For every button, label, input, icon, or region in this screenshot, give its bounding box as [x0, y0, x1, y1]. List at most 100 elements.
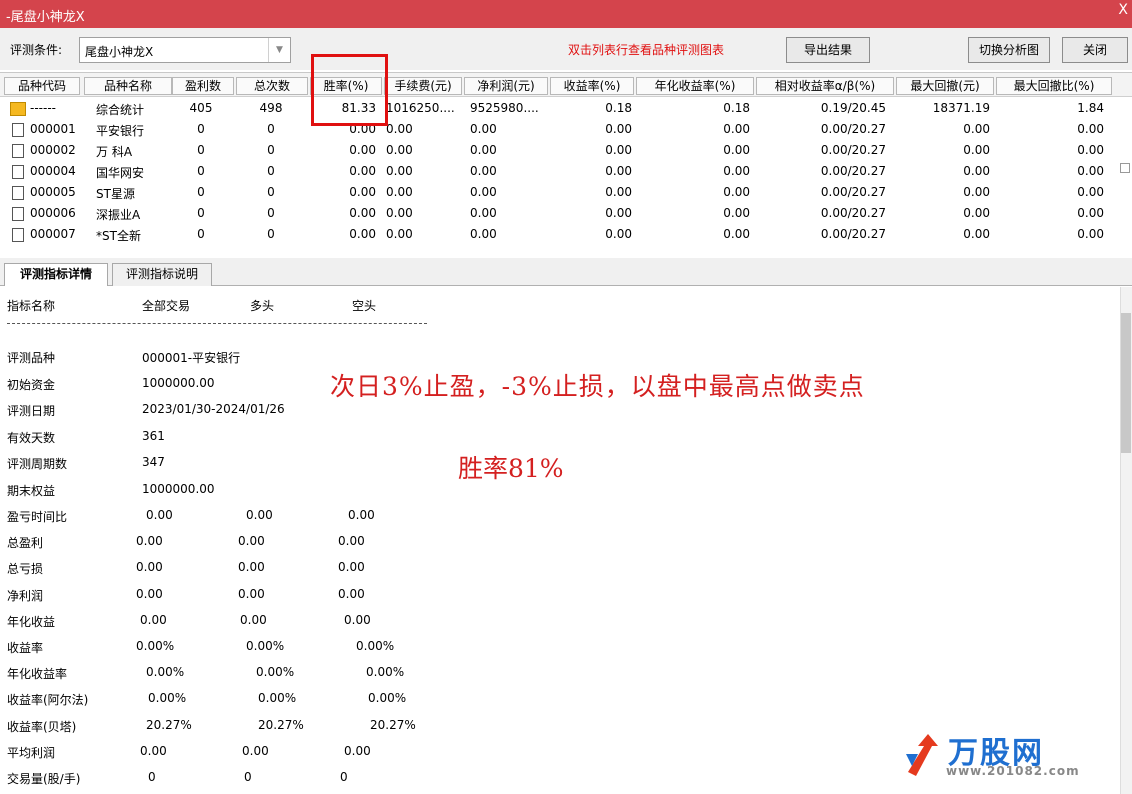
column-header[interactable]: 净利润(元) [464, 77, 548, 95]
metric-value: 0.00 [246, 508, 273, 522]
annotation-strategy: 次日3%止盈，-3%止损，以盘中最高点做卖点 [330, 372, 865, 401]
column-header[interactable]: 收益率(%) [550, 77, 634, 95]
watermark-logo: 万股网 www.201082.com [904, 728, 1104, 784]
detail-header-long: 多头 [250, 299, 275, 313]
switch-chart-button[interactable]: 切换分析图 [968, 37, 1050, 63]
table-cell: 0.00 [605, 164, 632, 178]
table-cell: 0 [197, 185, 205, 199]
metric-value: 0.00 [344, 612, 371, 627]
document-icon [12, 228, 24, 242]
table-row[interactable]: 000006 深振业A 0 0 0.00 0.00 0.00 0.00 0.00 0.00/20.… [0, 204, 1132, 225]
metric-value: 0.00 [238, 560, 265, 575]
column-header[interactable]: 品种名称 [84, 77, 172, 95]
metric-value: 20.27% [258, 717, 304, 732]
table-cell: 0.00 [723, 206, 750, 220]
table-cell: 0 [197, 227, 205, 241]
table-cell: 0.19/20.45 [820, 101, 886, 115]
grid-scroll-box[interactable] [1120, 163, 1130, 173]
table-cell: 000002 [30, 143, 76, 157]
metric-value: 0.00 [240, 612, 267, 627]
table-cell: 405 [189, 101, 213, 115]
export-button[interactable]: 导出结果 [786, 37, 870, 63]
metric-value: 0.00 [146, 508, 173, 522]
table-cell: 0 [267, 206, 275, 220]
metric-value: 0.00 [136, 534, 163, 549]
chevron-down-icon[interactable]: ▼ [268, 38, 290, 62]
column-header[interactable]: 盈利数 [172, 77, 234, 95]
watermark-url: www.201082.com [946, 764, 1080, 778]
metric-value: 0.00 [242, 743, 269, 758]
table-cell: 0.00 [386, 206, 413, 220]
table-cell: 0.00 [963, 185, 990, 199]
table-cell: 综合统计 [96, 103, 145, 117]
column-header[interactable]: 相对收益率α/β(%) [756, 77, 894, 95]
metric-value: 0.00 [338, 586, 365, 601]
document-icon [12, 186, 24, 200]
detail-label: 评测周期数 [7, 457, 68, 471]
column-header[interactable]: 最大回撤(元) [896, 77, 994, 95]
table-cell: 0 [267, 185, 275, 199]
metric-label: 收益率(贝塔) [7, 719, 77, 734]
table-row[interactable]: 000001 平安银行 0 0 0.00 0.00 0.00 0.00 0.00 0.00/20.… [0, 120, 1132, 141]
document-icon [12, 165, 24, 179]
detail-value: 1000000.00 [142, 481, 215, 496]
table-cell: 0.00/20.27 [820, 227, 886, 241]
tab-metric-details[interactable]: 评测指标详情 [4, 263, 108, 286]
detail-header-name: 指标名称 [7, 299, 56, 313]
window-titlebar: -尾盘小神龙X X [0, 0, 1132, 28]
table-row[interactable]: 000004 国华网安 0 0 0.00 0.00 0.00 0.00 0.00 0.00/20.… [0, 162, 1132, 183]
metric-label: 总盈利 [7, 536, 44, 551]
table-cell: 0.00 [963, 143, 990, 157]
table-cell: 0.00 [386, 143, 413, 157]
table-row[interactable]: ------ 综合统计 405 498 81.33 1016250.... 9525980.… [0, 99, 1132, 120]
table-row[interactable]: 000005 ST星源 0 0 0.00 0.00 0.00 0.00 0.00 0.00/20.… [0, 183, 1132, 204]
metric-value: 20.27% [146, 717, 192, 732]
table-cell: 18371.19 [932, 101, 990, 115]
column-header[interactable]: 年化收益率(%) [636, 77, 754, 95]
close-button[interactable]: 关闭 [1062, 37, 1128, 63]
tab-metric-description[interactable]: 评测指标说明 [112, 263, 212, 286]
table-cell: 0.00 [470, 227, 497, 241]
details-scrollbar[interactable] [1120, 287, 1132, 794]
table-cell: 0.00 [963, 164, 990, 178]
table-cell: 0.00/20.27 [820, 122, 886, 136]
table-cell: 0.00 [349, 185, 376, 199]
table-row[interactable]: 000007 *ST全新 0 0 0.00 0.00 0.00 0.00 0.00 0.00/20… [0, 225, 1132, 246]
metric-label: 平均利润 [7, 745, 56, 760]
window-close-icon[interactable]: X [1118, 2, 1128, 18]
metric-value: 0 [148, 770, 156, 784]
metric-value: 0.00 [238, 586, 265, 601]
logo-arrow-icon [906, 734, 938, 776]
scrollbar-thumb[interactable] [1121, 313, 1131, 453]
column-header[interactable]: 品种代码 [4, 77, 80, 95]
table-cell: 0 [197, 206, 205, 220]
table-cell: 0.00 [1077, 122, 1104, 136]
table-cell: 0.00 [349, 164, 376, 178]
details-panel: 指标名称 全部交易 多头 空头 评测品种 000001-平安银行 初始资金 10000… [0, 287, 1132, 794]
table-cell: 0.00 [386, 227, 413, 241]
table-cell: 0.00 [963, 227, 990, 241]
table-cell: 0.00 [470, 206, 497, 220]
document-icon [12, 123, 24, 137]
detail-value: 347 [142, 455, 165, 469]
metric-value: 0.00 [136, 560, 163, 575]
condition-select[interactable]: 尾盘小神龙X ▼ [79, 37, 291, 63]
metric-value: 0.00% [246, 639, 285, 653]
metric-value: 0.00 [136, 586, 163, 601]
table-cell: 0.00/20.27 [820, 143, 886, 157]
metric-value: 0.00 [348, 508, 375, 522]
column-header[interactable]: 手续费(元) [384, 77, 462, 95]
detail-label: 有效天数 [7, 430, 56, 445]
column-header[interactable]: 总次数 [236, 77, 308, 95]
table-cell: 0 [267, 227, 275, 241]
detail-value: 1000000.00 [142, 375, 215, 390]
detail-value: 361 [142, 428, 165, 443]
column-header[interactable]: 最大回撤比(%) [996, 77, 1112, 95]
detail-label: 期末权益 [7, 483, 56, 498]
table-cell: 000006 [30, 206, 76, 220]
table-cell: 000007 [30, 227, 76, 241]
table-row[interactable]: 000002 万 科A 0 0 0.00 0.00 0.00 0.00 0.00 0.00/20.… [0, 141, 1132, 162]
table-cell: 0.00 [470, 185, 497, 199]
metric-value: 0.00 [344, 743, 371, 758]
metric-value: 0.00% [258, 691, 297, 706]
